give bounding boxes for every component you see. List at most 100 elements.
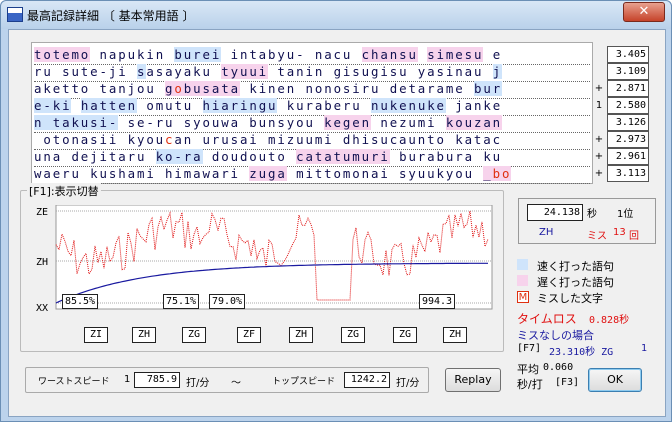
nomiss-value: 23.310秒 ZG — [549, 347, 614, 358]
slow-segment: _ — [483, 166, 493, 181]
line-mark: + — [594, 168, 604, 179]
text-segment — [418, 47, 427, 62]
line-mark: + — [594, 151, 604, 162]
top-speed-value: 1242.2 — [344, 372, 390, 388]
typed-text-area: totemo napukin burei intabyu- nacu chans… — [31, 42, 593, 184]
text-segment: se-ru syouwa bunsyou — [118, 115, 325, 130]
miss-unit: 回 — [629, 231, 639, 242]
text-segment: intabyu- nacu — [221, 47, 362, 62]
text-segment: una dejitaru — [34, 149, 156, 164]
fast-segment: s — [136, 64, 147, 79]
record-detail-window: 最高記録詳細 〔 基本常用語 〕 ✕ totemo napukin burei … — [0, 0, 672, 422]
fast-segment: burei — [174, 47, 222, 62]
top-speed-label: トップスピード — [272, 377, 336, 387]
line-score: 2.973 — [607, 131, 649, 148]
speed-label-4: 994.3 — [419, 294, 455, 309]
y-label-xx: XX — [36, 303, 48, 313]
fast-segment: bur — [473, 81, 503, 96]
speed-label-1: 85.5% — [62, 294, 98, 309]
line-score: 3.113 — [607, 165, 649, 182]
slow-segment: zuga — [249, 166, 287, 181]
miss-swatch: M — [517, 291, 529, 303]
slow-segment: simesu — [427, 47, 484, 62]
text-segment: aketto tanjou — [34, 81, 166, 96]
text-line: ru sute-ji sasayaku tyuui tanin gisugisu… — [34, 64, 590, 82]
slow-segment: totemo — [34, 47, 91, 62]
nomiss-place: 1 — [641, 343, 648, 354]
rank: ZH — [539, 227, 554, 238]
text-segment: burabura ku — [389, 149, 503, 164]
speed-label-3: 79.0% — [209, 294, 245, 309]
line-score: 2.961 — [607, 148, 649, 165]
line-mark — [593, 114, 605, 131]
slow-segment: catatumuri — [296, 149, 390, 164]
slow-swatch — [517, 275, 528, 286]
avg-unit: 秒/打 — [517, 378, 543, 391]
rank-box: ZH — [443, 327, 467, 343]
text-segment: ru sute-ji — [34, 64, 137, 79]
text-segment: doudouto — [202, 149, 297, 164]
legend-slow: 遅く打った語句 — [537, 276, 614, 289]
speed-summary: ワーストスピード 1 785.9 打/分 〜 トップスピード 1242.2 打/… — [25, 367, 429, 393]
timeloss-value: 0.828秒 — [589, 315, 630, 326]
tilde: 〜 — [231, 378, 241, 389]
rank-box: ZH — [132, 327, 156, 343]
miss-count: 13 — [613, 227, 626, 238]
text-line: una dejitaru ko-ra doudouto catatumuri b… — [34, 149, 590, 167]
line-mark: + — [594, 134, 604, 145]
rank-box: ZG — [341, 327, 365, 343]
rank-box: ZH — [289, 327, 313, 343]
slow-segment: busata — [183, 81, 240, 96]
slow-segment: chansu — [361, 47, 418, 62]
line-score: 3.405 — [607, 46, 649, 63]
text-segment: kuraberu — [277, 98, 372, 113]
nomiss-key: [F7] — [517, 343, 542, 354]
text-segment: nezumi — [370, 115, 446, 130]
line-score: 2.580 — [607, 97, 649, 114]
nomiss-label: ミスなしの場合 — [517, 329, 594, 342]
line-mark: + — [594, 83, 604, 94]
text-segment: waeru kushami himawari — [34, 166, 250, 181]
fast-segment: ko-ra — [155, 149, 203, 164]
worst-speed-label: ワーストスピード — [38, 377, 110, 387]
fast-segment: hatten — [80, 98, 137, 113]
missed-char: bo — [492, 166, 512, 181]
text-segment: an urusai mizuumi dhisucaunto katac — [174, 132, 503, 147]
slow-segment: kouzan — [445, 115, 503, 130]
text-segment: mittomonai syuukyou — [286, 166, 484, 181]
text-line: aketto tanjou gobusata kinen nonosiru de… — [34, 81, 590, 99]
fast-segment: j — [492, 64, 503, 79]
fast-segment: hiaringu — [202, 98, 278, 113]
text-line: n takusi- se-ru syouwa bunsyou kegen nez… — [34, 115, 590, 133]
text-segment: tanin gisugisu yasinau — [268, 64, 493, 79]
top-speed-unit: 打/分 — [396, 378, 420, 389]
timeloss-label: タイムロス — [517, 312, 577, 326]
avg-label: 平均 — [517, 363, 539, 376]
fast-swatch — [517, 259, 528, 270]
text-line: waeru kushami himawari zuga mittomonai s… — [34, 166, 590, 184]
avg-key: [F3] — [555, 377, 580, 388]
app-icon — [7, 7, 23, 22]
ok-button[interactable]: OK — [588, 368, 642, 392]
worst-speed-rank: 1 — [124, 374, 131, 385]
avg-value: 0.060 — [543, 362, 574, 373]
worst-speed-value: 785.9 — [134, 372, 180, 388]
text-segment: asayaku — [146, 64, 222, 79]
legend-miss: ミスした文字 — [537, 292, 603, 305]
replay-button[interactable]: Replay — [445, 368, 501, 392]
fast-segment: nukenuke — [371, 98, 446, 113]
window-title: 最高記録詳細 〔 基本常用語 〕 — [27, 9, 195, 23]
text-segment: e — [483, 47, 503, 62]
y-label-ze: ZE — [36, 207, 48, 218]
dialog-body: totemo napukin burei intabyu- nacu chans… — [8, 29, 666, 417]
fast-segment: n takusi- — [34, 115, 119, 130]
line-score: 3.126 — [607, 114, 649, 131]
miss-label: ミス — [587, 231, 607, 242]
result-summary: 24.138 秒 1位 ZH ミス 13 回 — [518, 198, 656, 244]
slow-segment: kegen — [324, 115, 371, 130]
close-button[interactable]: ✕ — [623, 2, 665, 22]
title-bar[interactable]: 最高記録詳細 〔 基本常用語 〕 ✕ — [1, 1, 671, 29]
rank-box: ZF — [237, 327, 261, 343]
place: 1位 — [617, 209, 634, 220]
y-label-zh: ZH — [36, 257, 48, 268]
